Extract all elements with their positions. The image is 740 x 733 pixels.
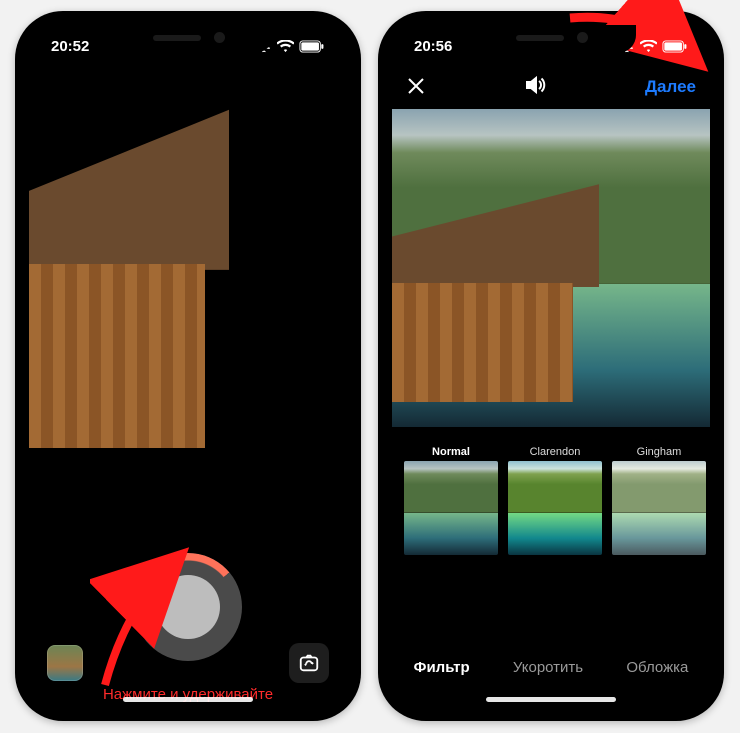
next-button[interactable]: Далее bbox=[645, 77, 696, 97]
filter-gingham[interactable]: Gingham bbox=[612, 443, 706, 555]
scene-hut bbox=[29, 141, 220, 448]
switch-camera-button[interactable] bbox=[289, 643, 329, 683]
camera-ui: Нажмите и удерживайте bbox=[29, 25, 347, 707]
battery-icon bbox=[662, 40, 688, 53]
wifi-icon bbox=[277, 40, 294, 53]
phone-left: 20:52 bbox=[15, 11, 361, 721]
status-time: 20:56 bbox=[414, 38, 452, 55]
filter-normal[interactable]: Normal bbox=[404, 443, 498, 555]
sound-toggle[interactable] bbox=[523, 73, 547, 102]
scene-hut bbox=[392, 204, 589, 401]
video-preview[interactable] bbox=[392, 109, 710, 427]
filter-label: Clarendon bbox=[508, 443, 602, 461]
battery-icon bbox=[299, 40, 325, 53]
edit-top-bar: Далее bbox=[392, 65, 710, 109]
camera-bottom-bar: Нажмите и удерживайте bbox=[29, 547, 347, 707]
notch bbox=[103, 25, 273, 53]
home-indicator[interactable] bbox=[486, 697, 616, 702]
close-button[interactable] bbox=[406, 72, 426, 103]
gallery-thumbnail[interactable] bbox=[47, 645, 83, 681]
record-button[interactable] bbox=[134, 553, 242, 661]
wifi-icon bbox=[640, 40, 657, 53]
stage: 20:52 bbox=[0, 0, 740, 733]
home-indicator[interactable] bbox=[123, 697, 253, 702]
edit-tabs: Фильтр Укоротить Обложка bbox=[392, 641, 710, 693]
status-time: 20:52 bbox=[51, 38, 89, 55]
filter-strip[interactable]: Normal Clarendon Gingham M bbox=[392, 437, 710, 587]
screen-left: 20:52 bbox=[29, 25, 347, 707]
filter-label: Gingham bbox=[612, 443, 706, 461]
tab-cover[interactable]: Обложка bbox=[626, 659, 688, 676]
phone-right: 20:56 Далее bbox=[378, 11, 724, 721]
tab-trim[interactable]: Укоротить bbox=[513, 659, 583, 676]
switch-camera-icon bbox=[298, 652, 320, 674]
screen-right: 20:56 Далее bbox=[392, 25, 710, 707]
close-icon bbox=[406, 76, 426, 96]
filter-clarendon[interactable]: Clarendon bbox=[508, 443, 602, 555]
notch bbox=[466, 25, 636, 53]
filter-label: Normal bbox=[404, 443, 498, 461]
speaker-icon bbox=[523, 73, 547, 97]
tab-filter[interactable]: Фильтр bbox=[414, 659, 470, 676]
